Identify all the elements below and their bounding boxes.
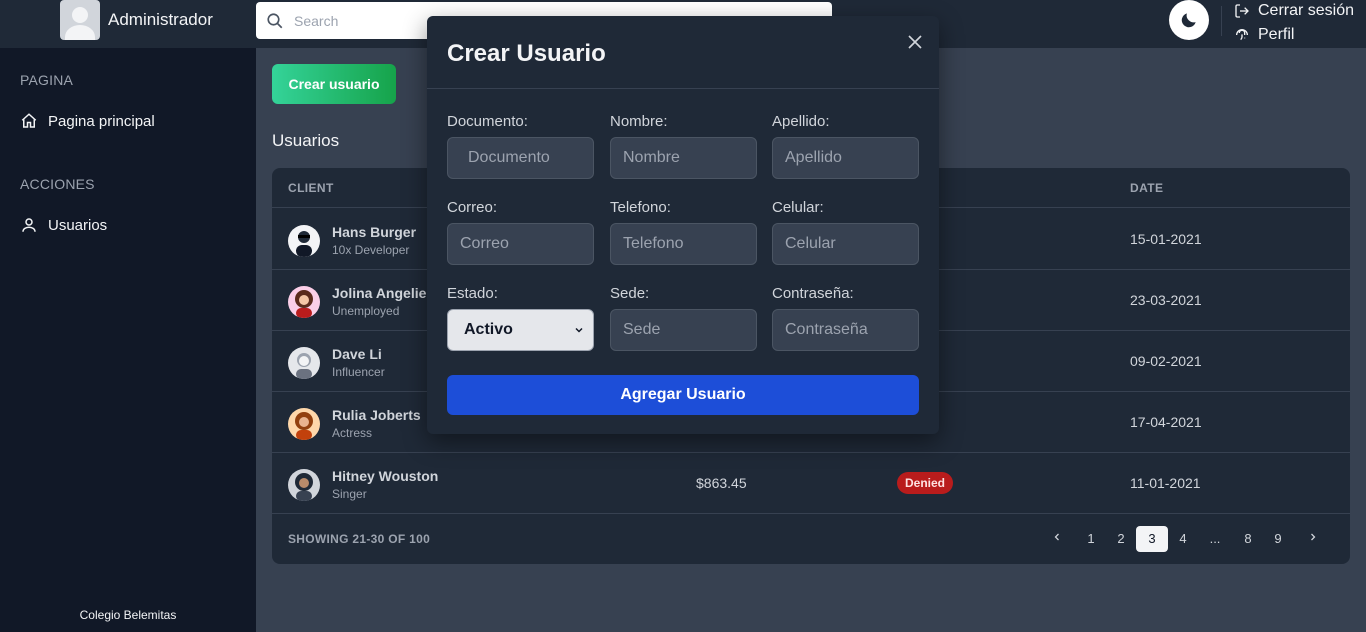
profile-label: Perfil bbox=[1258, 26, 1295, 43]
estado-label: Estado: bbox=[447, 285, 498, 302]
client-name: Rulia Joberts bbox=[332, 407, 421, 423]
admin-name: Administrador bbox=[108, 10, 213, 29]
pagination-summary: SHOWING 21-30 OF 100 bbox=[288, 532, 431, 546]
client-cell: Rulia Joberts Actress bbox=[288, 406, 421, 442]
logout-link[interactable]: Cerrar sesión bbox=[1234, 0, 1354, 22]
avatar bbox=[288, 408, 320, 440]
profile-link[interactable]: Perfil bbox=[1234, 24, 1354, 46]
telefono-field[interactable] bbox=[610, 223, 757, 265]
celular-label: Celular: bbox=[772, 199, 824, 216]
date-cell: 15-01-2021 bbox=[1130, 231, 1202, 247]
client-role: 10x Developer bbox=[332, 243, 410, 257]
column-header-client: CLIENT bbox=[288, 181, 334, 195]
pagination-ellipsis: ... bbox=[1209, 531, 1221, 546]
client-cell: Dave Li Influencer bbox=[288, 345, 385, 381]
client-role: Unemployed bbox=[332, 304, 400, 318]
date-cell: 09-02-2021 bbox=[1130, 353, 1202, 369]
pagination-page[interactable]: 9 bbox=[1268, 526, 1288, 552]
fingerprint-icon bbox=[1236, 29, 1248, 41]
celular-field[interactable] bbox=[772, 223, 919, 265]
modal-divider bbox=[427, 88, 939, 89]
theme-toggle-button[interactable] bbox=[1169, 0, 1209, 40]
page-title: Usuarios bbox=[272, 131, 340, 150]
correo-label: Correo: bbox=[447, 199, 498, 216]
date-cell: 17-04-2021 bbox=[1130, 414, 1202, 430]
sede-label: Sede: bbox=[610, 285, 650, 302]
pagination-page-active[interactable]: 3 bbox=[1136, 526, 1168, 552]
chevron-right-icon bbox=[1311, 533, 1316, 541]
correo-field[interactable] bbox=[447, 223, 594, 265]
contrasena-label: Contraseña: bbox=[772, 285, 854, 302]
pagination-page[interactable]: 2 bbox=[1111, 526, 1131, 552]
client-cell: Hitney Wouston Singer bbox=[288, 467, 438, 503]
sidebar-item-home[interactable]: Pagina principal bbox=[20, 112, 155, 130]
chevron-down-icon bbox=[575, 327, 583, 333]
close-icon bbox=[908, 35, 922, 49]
avatar bbox=[60, 0, 100, 40]
sidebar-section-acciones: ACCIONES bbox=[20, 176, 95, 192]
avatar bbox=[288, 225, 320, 257]
create-user-modal: Crear Usuario Documento: Nombre: Apellid… bbox=[427, 16, 939, 434]
logout-icon bbox=[1235, 4, 1249, 18]
pagination-page[interactable]: 1 bbox=[1081, 526, 1101, 552]
nombre-label: Nombre: bbox=[610, 113, 668, 130]
client-name: Dave Li bbox=[332, 346, 382, 362]
sede-field[interactable] bbox=[610, 309, 757, 351]
client-role: Influencer bbox=[332, 365, 385, 379]
client-name: Hans Burger bbox=[332, 224, 417, 240]
sidebar-footer: Colegio Belemitas bbox=[79, 608, 177, 622]
table-footer: SHOWING 21-30 OF 100 1 2 3 4 ... 8 9 bbox=[272, 514, 1350, 564]
date-cell: 23-03-2021 bbox=[1130, 292, 1202, 308]
close-button[interactable] bbox=[903, 30, 927, 54]
estado-selected-value: Activo bbox=[464, 321, 513, 338]
avatar bbox=[288, 469, 320, 501]
search-icon bbox=[267, 12, 283, 28]
apellido-label: Apellido: bbox=[772, 113, 830, 130]
sidebar-item-label: Usuarios bbox=[48, 216, 108, 234]
client-cell: Hans Burger 10x Developer bbox=[288, 223, 416, 259]
sidebar-item-label: Pagina principal bbox=[48, 112, 155, 130]
client-role: Singer bbox=[332, 487, 367, 501]
status-badge: Denied bbox=[897, 472, 954, 494]
chevron-left-icon bbox=[1054, 533, 1059, 541]
date-cell: 11-01-2021 bbox=[1130, 475, 1201, 491]
modal-title: Crear Usuario bbox=[447, 40, 606, 67]
pagination-prev-button[interactable] bbox=[1047, 526, 1067, 552]
avatar bbox=[288, 347, 320, 379]
telefono-label: Telefono: bbox=[610, 199, 671, 216]
documento-field[interactable] bbox=[447, 137, 594, 179]
sidebar-section-pagina: PAGINA bbox=[20, 72, 74, 88]
home-icon bbox=[21, 113, 37, 128]
client-name: Hitney Wouston bbox=[332, 468, 439, 484]
create-user-button[interactable]: Crear usuario bbox=[272, 64, 396, 104]
moon-icon bbox=[1181, 13, 1196, 28]
nombre-field[interactable] bbox=[610, 137, 757, 179]
documento-label: Documento: bbox=[447, 113, 528, 130]
logout-label: Cerrar sesión bbox=[1258, 2, 1355, 19]
client-cell: Jolina Angelie Unemployed bbox=[288, 284, 426, 320]
apellido-field[interactable] bbox=[772, 137, 919, 179]
sidebar: PAGINA Pagina principal ACCIONES Usuario… bbox=[0, 48, 256, 632]
table-row[interactable]: Hitney Wouston Singer $863.45 Denied 11-… bbox=[272, 453, 1350, 514]
pagination-page[interactable]: 4 bbox=[1173, 526, 1193, 552]
add-user-button[interactable]: Agregar Usuario bbox=[447, 375, 919, 415]
header-links: Cerrar sesión Perfil bbox=[1234, 0, 1354, 48]
header-divider bbox=[1221, 6, 1222, 36]
client-name: Jolina Angelie bbox=[332, 285, 427, 301]
amount-cell: $863.45 bbox=[696, 475, 747, 491]
column-header-date: DATE bbox=[1130, 181, 1164, 195]
avatar bbox=[288, 286, 320, 318]
admin-profile[interactable]: Administrador bbox=[60, 0, 213, 40]
client-role: Actress bbox=[332, 426, 373, 440]
sidebar-item-users[interactable]: Usuarios bbox=[20, 216, 107, 234]
password-field[interactable] bbox=[772, 309, 919, 351]
user-icon bbox=[22, 218, 36, 232]
pagination-page[interactable]: 8 bbox=[1238, 526, 1258, 552]
pagination-next-button[interactable] bbox=[1303, 526, 1323, 552]
estado-select[interactable]: Activo bbox=[447, 309, 594, 351]
